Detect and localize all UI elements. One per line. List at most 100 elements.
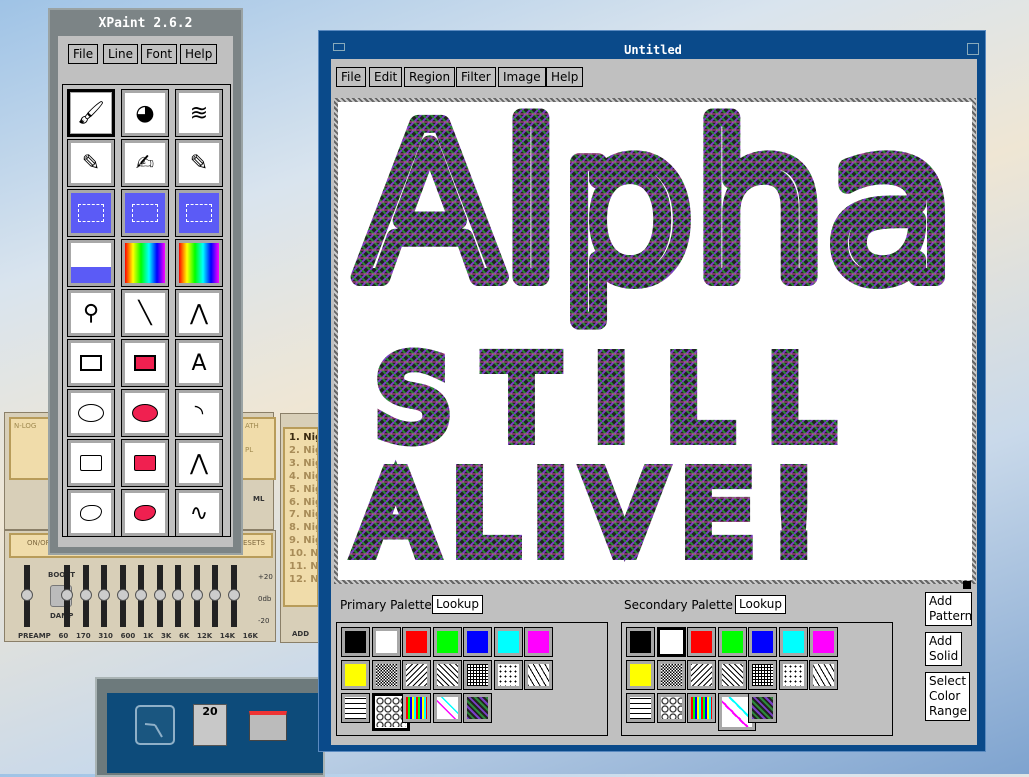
primary-lookup-button[interactable]: Lookup (432, 595, 483, 614)
eq-knob[interactable] (209, 589, 221, 601)
tool-filled-rectangle[interactable] (121, 339, 169, 387)
drawing-canvas[interactable]: Alpha STILL ALIVE! (334, 73, 976, 586)
palette-swatch-color-ffff00[interactable] (341, 660, 370, 690)
playlist[interactable]: 1. Nig 2. Nig 3. Nig 4. Nig 5. Nig 6. Nig 7. N… (283, 427, 319, 607)
tool-gradient-fill[interactable] (121, 239, 169, 287)
palette-swatch-pattern-grid[interactable] (748, 660, 777, 690)
palette-swatch-pattern-checker[interactable] (656, 660, 686, 690)
maximize-button[interactable] (967, 43, 979, 55)
tool-oval[interactable] (67, 389, 115, 437)
palette-swatch-pattern-dots[interactable] (493, 660, 523, 690)
palette-swatch-color-ff00ff[interactable] (809, 627, 838, 657)
eq-slider[interactable] (116, 565, 129, 627)
palette-swatch-pattern-multicolor[interactable] (402, 693, 431, 723)
palette-swatch-color-000000[interactable] (626, 627, 655, 657)
eq-knob[interactable] (61, 589, 73, 601)
eq-slider[interactable] (209, 565, 221, 627)
palette-swatch-color-ff00ff[interactable] (524, 627, 553, 657)
tool-dotted-pencil[interactable]: ✎ (175, 139, 223, 187)
eq-sliders[interactable] (21, 565, 254, 627)
eq-knob[interactable] (135, 589, 147, 601)
palette-swatch-pattern-grid[interactable] (463, 660, 492, 690)
tool-select-lasso[interactable] (121, 189, 169, 237)
add-pattern-button[interactable]: Add Pattern (925, 592, 972, 626)
clock-icon[interactable] (135, 705, 175, 745)
playlist-item[interactable]: 5. Nig (289, 484, 317, 497)
menu-file[interactable]: File (68, 44, 99, 64)
playlist-item[interactable]: 1. Nig (289, 432, 317, 445)
palette-swatch-pattern-weave[interactable] (748, 693, 777, 723)
eq-slider[interactable] (61, 565, 73, 627)
tool-dropper[interactable]: ⚲ (67, 289, 115, 337)
playlist-item[interactable]: 8. Nig (289, 522, 317, 535)
palette-swatch-color-ff0000[interactable] (402, 627, 431, 657)
tool-bezier[interactable]: ∿ (175, 489, 223, 537)
add-solid-button[interactable]: Add Solid (925, 632, 962, 666)
eq-knob[interactable] (172, 589, 184, 601)
eq-knob[interactable] (153, 589, 166, 601)
palette-swatch-color-00ffff[interactable] (778, 627, 808, 657)
canvas-menu-file[interactable]: File (336, 67, 367, 87)
ml-button[interactable]: ML (253, 495, 264, 503)
eq-knob[interactable] (116, 589, 129, 601)
palette-swatch-color-00ffff[interactable] (493, 627, 523, 657)
tool-polyline[interactable]: ⋀ (175, 439, 223, 487)
eq-slider[interactable] (98, 565, 110, 627)
palette-swatch-color-ffffff[interactable] (656, 627, 686, 657)
eq-knob[interactable] (79, 589, 92, 601)
eq-knob[interactable] (190, 589, 203, 601)
tool-arc-lines[interactable]: ⋀ (175, 289, 223, 337)
tool-rainbow-fill[interactable] (175, 239, 223, 287)
palette-swatch-color-00ff00[interactable] (717, 627, 747, 657)
playlist-add-button[interactable]: ADD (292, 630, 309, 638)
palette-swatch-pattern-confetti[interactable] (432, 693, 462, 723)
eq-slider[interactable] (172, 565, 184, 627)
palette-swatch-pattern-zigzag[interactable] (809, 660, 838, 690)
secondary-lookup-button[interactable]: Lookup (735, 595, 786, 614)
tool-polygon[interactable] (67, 439, 115, 487)
playlist-item[interactable]: 11. Ni (289, 561, 317, 574)
eq-slider[interactable] (227, 565, 240, 627)
playlist-item[interactable]: 3. Nig (289, 458, 317, 471)
menu-help[interactable]: Help (180, 44, 218, 64)
eq-slider[interactable] (190, 565, 203, 627)
eq-slider[interactable] (79, 565, 92, 627)
tool-select-dotted[interactable] (175, 189, 223, 237)
palette-swatch-pattern-multicolor[interactable] (687, 693, 716, 723)
palette-swatch-color-000000[interactable] (341, 627, 370, 657)
palette-swatch-pattern-bricks[interactable] (626, 693, 655, 723)
palette-swatch-color-ff0000[interactable] (687, 627, 716, 657)
palette-swatch-pattern-bricks[interactable] (341, 693, 370, 723)
eq-slider[interactable] (153, 565, 166, 627)
canvas-menu-edit[interactable]: Edit (369, 67, 403, 87)
palette-swatch-pattern-zigzag[interactable] (524, 660, 553, 690)
eq-slider[interactable] (21, 565, 33, 627)
canvas-menu-filter[interactable]: Filter (456, 67, 496, 87)
playlist-item[interactable]: 12. Ni (289, 574, 317, 587)
tool-freehand-shape[interactable] (67, 489, 115, 537)
tool-filled-oval[interactable] (121, 389, 169, 437)
tool-spray[interactable]: ≋ (175, 89, 223, 137)
tool-brush[interactable]: 🖌 (67, 89, 115, 137)
tool-paint-fill[interactable]: ◕ (121, 89, 169, 137)
palette-swatch-color-0000ff[interactable] (748, 627, 777, 657)
palette-swatch-pattern-diag-right[interactable] (687, 660, 716, 690)
palette-swatch-color-ffff00[interactable] (626, 660, 655, 690)
playlist-item[interactable]: 10. Ni (289, 548, 317, 561)
playlist-item[interactable]: 7. Nig (289, 509, 317, 522)
palette-swatch-color-00ff00[interactable] (432, 627, 462, 657)
eq-on[interactable]: ON (27, 539, 38, 547)
palette-swatch-pattern-circles[interactable] (656, 693, 686, 723)
canvas-menu-help[interactable]: Help (546, 67, 584, 87)
palette-swatch-pattern-weave[interactable] (463, 693, 492, 723)
palette-swatch-pattern-dots[interactable] (778, 660, 808, 690)
select-color-range-button[interactable]: Select Color Range (925, 672, 970, 721)
menu-font[interactable]: Font (141, 44, 178, 64)
file-cabinet-icon[interactable] (249, 711, 287, 741)
tool-rectangle[interactable] (67, 339, 115, 387)
palette-swatch-pattern-diag-right[interactable] (402, 660, 431, 690)
playlist-item[interactable]: 2. Nig (289, 445, 317, 458)
palette-swatch-pattern-diag-left[interactable] (717, 660, 747, 690)
eq-slider[interactable] (135, 565, 147, 627)
tool-fill-bucket[interactable] (67, 239, 115, 287)
